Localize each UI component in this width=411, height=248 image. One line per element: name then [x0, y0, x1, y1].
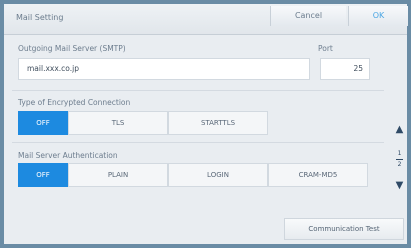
scroll-down-arrow-icon[interactable]: ▼ — [392, 180, 407, 191]
auth-option-login[interactable]: LOGIN — [168, 163, 268, 187]
window-title: Mail Setting — [16, 13, 64, 22]
title-bar: Mail Setting — [4, 4, 407, 35]
divider — [12, 142, 384, 143]
auth-option-plain[interactable]: PLAIN — [68, 163, 168, 187]
outgoing-server-label: Outgoing Mail Server (SMTP) — [18, 44, 126, 53]
port-label: Port — [318, 44, 333, 53]
communication-test-button[interactable]: Communication Test — [284, 218, 404, 240]
encryption-label: Type of Encrypted Connection — [18, 98, 131, 107]
divider — [12, 90, 384, 91]
page-total: 2 — [397, 161, 402, 168]
auth-option-off[interactable]: OFF — [18, 163, 68, 187]
page-divider — [396, 159, 403, 160]
smtp-server-input[interactable]: mail.xxx.co.jp — [18, 58, 310, 80]
authentication-label: Mail Server Authentication — [18, 151, 118, 160]
cancel-button[interactable]: Cancel — [270, 6, 346, 26]
encryption-option-tls[interactable]: TLS — [68, 111, 168, 135]
encryption-option-off[interactable]: OFF — [18, 111, 68, 135]
port-input[interactable]: 25 — [320, 58, 370, 80]
page-current: 1 — [397, 150, 402, 157]
scroll-up-arrow-icon[interactable]: ▲ — [392, 124, 407, 135]
ok-button[interactable]: OK — [348, 6, 408, 26]
auth-option-cram-md5[interactable]: CRAM-MD5 — [268, 163, 368, 187]
page-indicator: 1 2 — [392, 150, 407, 169]
encryption-option-starttls[interactable]: STARTTLS — [168, 111, 268, 135]
